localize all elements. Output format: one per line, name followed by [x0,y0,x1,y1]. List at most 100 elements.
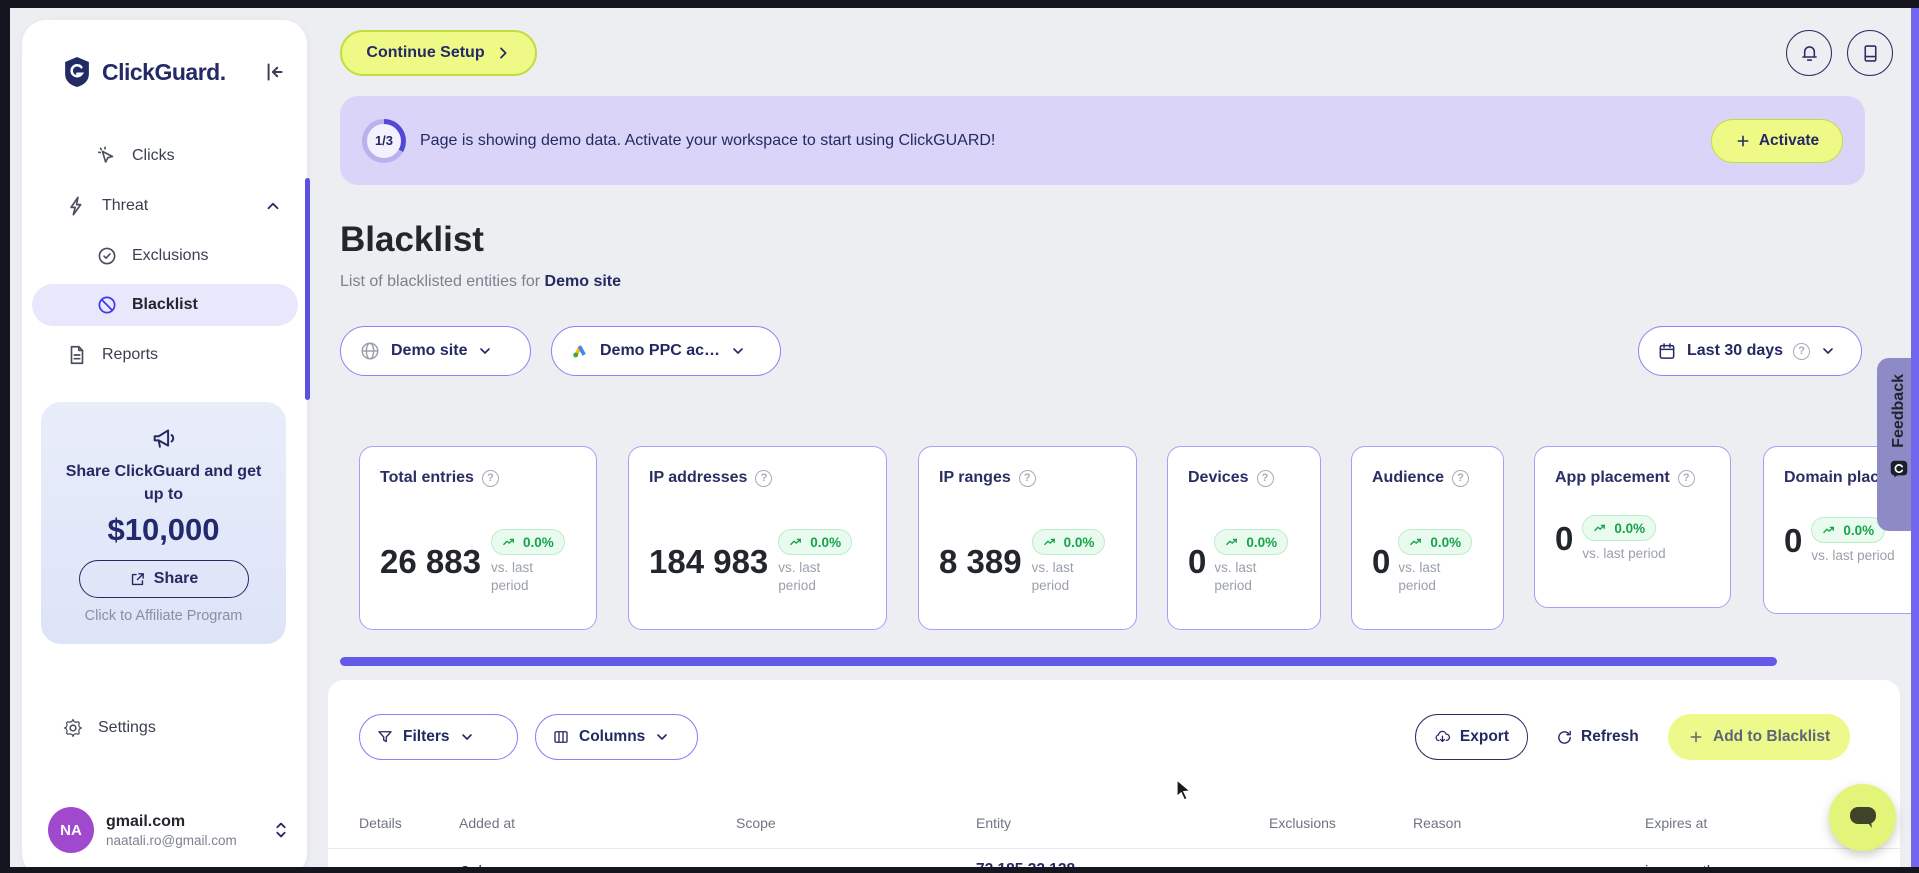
stat-card-app-placement: App placement? 0 0.0% vs. last period [1534,446,1731,608]
chevron-down-icon [461,734,472,740]
sidebar-item-label: Exclusions [132,247,209,264]
affiliate-promo-card[interactable]: Share ClickGuard and get up to $10,000 S… [41,402,286,644]
trend-value: 0.0% [810,534,842,550]
help-icon: ? [1793,342,1811,360]
stat-value: 0 [1555,520,1574,558]
calendar-icon [1659,343,1675,359]
add-to-blacklist-button[interactable]: Add to Blacklist [1668,714,1851,760]
refresh-label: Refresh [1581,728,1639,745]
column-header-exclusions[interactable]: Exclusions [1269,815,1336,831]
stat-value: 0 [1784,522,1803,560]
share-button[interactable]: Share [78,560,249,599]
banner-message: Page is showing demo data. Activate your… [420,131,996,149]
ppc-account-selector[interactable]: Demo PPC ac… [551,326,781,376]
account-email: naatali.ro@gmail.com [106,832,237,848]
refresh-button[interactable]: Refresh [1556,714,1639,760]
docs-button[interactable] [1847,30,1893,76]
columns-icon [554,731,568,743]
sidebar-collapse-icon[interactable] [261,59,287,85]
app-background: ClickGuard. Clicks Threat Exclusions Bla… [10,8,1919,873]
sidebar-item-blacklist[interactable]: Blacklist [32,284,298,326]
chevron-right-icon [499,47,507,59]
screenshot-stage: ClickGuard. Clicks Threat Exclusions Bla… [0,0,1919,873]
chevron-down-icon [657,734,668,740]
setup-progress-ring: 1/3 [362,118,406,163]
export-button[interactable]: Export [1415,714,1528,760]
blacklist-table-card: Filters Columns Export Refresh Add to Bl… [328,680,1900,873]
help-icon: ? [1018,469,1036,487]
account-texts: gmail.com naatali.ro@gmail.com [106,813,261,848]
trend-up-icon [1410,538,1422,545]
stat-title: App placement [1555,469,1670,486]
chevron-down-icon [480,348,491,354]
trend-value: 0.0% [1246,534,1278,550]
document-icon [70,345,84,365]
window-frame-bottom [0,867,1919,873]
date-range-selector[interactable]: Last 30 days ? [1638,326,1862,376]
stat-title: Devices [1188,469,1249,486]
stat-title: IP ranges [939,469,1011,486]
chat-bubble-icon [1849,806,1876,828]
sidebar-scrollbar[interactable] [305,178,310,400]
stat-value: 184 983 [649,543,769,581]
column-header-expires-at[interactable]: Expires at [1645,815,1707,831]
chevron-down-icon [1823,348,1833,354]
column-header-details[interactable]: Details [359,815,402,831]
stat-card-devices: Devices? 0 0.0% vs. last period [1167,446,1321,630]
funnel-icon [378,731,392,743]
site-selector[interactable]: Demo site [340,326,531,376]
avatar: NA [48,807,94,853]
plus-icon [1690,731,1702,743]
sidebar-item-exclusions[interactable]: Exclusions [96,235,266,277]
stat-title: Audience [1372,469,1445,486]
trend-badge: 0.0% [490,529,565,555]
settings-label: Settings [98,719,156,736]
setup-progress-step: 1/3 [367,123,401,158]
sidebar-item-clicks[interactable]: Clicks [96,135,256,177]
column-header-scope[interactable]: Scope [736,815,776,831]
promo-headline: Share ClickGuard and get up to [65,463,262,504]
column-header-added-at[interactable]: Added at [459,815,515,831]
add-to-blacklist-label: Add to Blacklist [1713,728,1831,745]
mouse-cursor [1176,778,1192,801]
sidebar-item-settings[interactable]: Settings [62,710,156,746]
vs-period-label: vs. last period [490,560,533,594]
lightning-icon [70,196,82,216]
page-vertical-scrollbar[interactable] [1911,8,1919,867]
chat-widget-button[interactable] [1829,784,1896,851]
account-workspace: gmail.com [106,812,186,830]
account-switcher[interactable]: NA gmail.com naatali.ro@gmail.com [48,802,289,858]
stat-title: Total entries [380,469,474,486]
help-icon: ? [481,469,499,487]
columns-dropdown[interactable]: Columns [535,714,698,760]
sidebar: ClickGuard. Clicks Threat Exclusions Bla… [22,20,310,873]
vs-period-label: vs. last period [1398,560,1441,594]
sidebar-item-threat[interactable]: Threat [66,185,282,227]
notifications-button[interactable] [1786,30,1832,76]
activate-button[interactable]: Activate [1711,118,1843,163]
horizontal-scrollbar[interactable] [340,657,1777,666]
column-header-entity[interactable]: Entity [976,815,1011,831]
demo-data-banner: 1/3 Page is showing demo data. Activate … [340,96,1865,185]
megaphone-icon [153,429,174,448]
window-frame-left [0,0,10,873]
stat-card-ip-ranges: IP ranges? 8 389 0.0% vs. last period [918,446,1137,630]
column-header-reason[interactable]: Reason [1413,815,1461,831]
continue-setup-button[interactable]: Continue Setup [340,30,537,76]
stat-card-ip-addresses: IP addresses? 184 983 0.0% vs. last peri… [628,446,887,630]
trend-value: 0.0% [1063,534,1095,550]
feedback-label: Feedback [1890,374,1907,448]
sidebar-item-label: Blacklist [132,296,198,313]
promo-caption: Click to Affiliate Program [84,608,243,625]
site-selector-value: Demo site [391,342,468,359]
stat-card-audience: Audience? 0 0.0% vs. last period [1351,446,1504,630]
sidebar-item-reports[interactable]: Reports [66,334,236,376]
vs-period-label: vs. last period [1811,548,1895,563]
columns-label: Columns [579,728,646,745]
vs-period-label: vs. last period [1031,560,1074,594]
trend-badge: 0.0% [1811,517,1886,543]
trend-up-icon [1594,524,1606,531]
sidebar-item-label: Reports [102,346,159,363]
filters-dropdown[interactable]: Filters [359,714,518,760]
share-button-label: Share [153,570,199,588]
